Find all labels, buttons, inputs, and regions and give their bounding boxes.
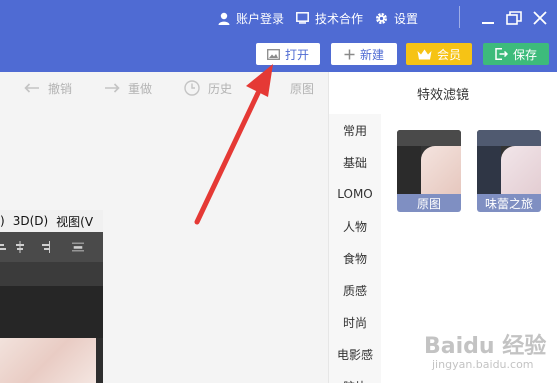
distribute-icon — [72, 242, 84, 252]
minimize-button[interactable] — [478, 9, 498, 27]
history-label: 历史 — [208, 81, 233, 96]
close-button[interactable] — [530, 9, 550, 27]
edit-toolbar: 撤销 重做 历史 原图 — [0, 72, 328, 104]
thumb-image — [397, 130, 461, 194]
align-right-icon — [42, 241, 50, 253]
minimize-icon — [482, 22, 494, 24]
thumb-image — [477, 130, 541, 194]
thumb-dark — [477, 146, 501, 194]
ps-workspace — [0, 286, 103, 338]
vip-label: 会员 — [436, 47, 461, 62]
category-item[interactable]: 人物 — [329, 210, 381, 242]
filter-thumb-original[interactable]: 原图 — [397, 130, 461, 212]
category-item[interactable]: 胶片 — [329, 370, 381, 383]
filter-categories: 常用 基础 LOMO 人物 食物 质感 时尚 电影感 胶片 — [329, 114, 381, 383]
restore-button[interactable] — [504, 9, 524, 27]
redo-label: 重做 — [128, 81, 153, 96]
baidu-watermark-url: jingyan.baidu.com — [432, 358, 534, 371]
category-item[interactable]: 质感 — [329, 274, 381, 306]
ps-menu-item: 视图(V — [56, 214, 94, 229]
tech-coop-label: 技术合作 — [315, 11, 364, 26]
login-link[interactable]: 账户登录 — [218, 10, 284, 27]
plus-icon — [344, 49, 355, 59]
close-icon — [533, 11, 547, 25]
save-label: 保存 — [512, 47, 537, 62]
vip-button[interactable]: 会员 — [406, 43, 472, 65]
header-links: 账户登录 技术合作 设置 — [218, 8, 430, 28]
restore-icon — [506, 11, 522, 25]
category-item[interactable]: 时尚 — [329, 306, 381, 338]
ps-menu-item: ) — [0, 214, 5, 228]
login-label: 账户登录 — [236, 11, 285, 26]
tech-coop-link[interactable]: 技术合作 — [296, 10, 363, 27]
category-item[interactable]: 常用 — [329, 114, 381, 146]
header-divider — [459, 6, 460, 28]
align-icon — [0, 244, 6, 250]
arrow-left-icon — [24, 83, 39, 93]
ps-toolbar — [0, 232, 103, 262]
history-button[interactable]: 历史 — [184, 72, 232, 104]
settings-label: 设置 — [394, 11, 419, 26]
open-label: 打开 — [284, 47, 309, 62]
new-button[interactable]: 新建 — [331, 43, 397, 65]
top-header: 账户登录 技术合作 设置 打开 新建 会员 保存 — [0, 0, 557, 72]
clock-icon — [184, 80, 200, 96]
monitor-icon — [296, 12, 309, 24]
undo-label: 撤销 — [48, 81, 73, 96]
export-icon — [495, 48, 508, 60]
baidu-watermark: Baidu 经验 — [424, 334, 547, 359]
ps-tabbar — [0, 262, 103, 286]
thumb-face — [501, 146, 541, 194]
category-item[interactable]: LOMO — [329, 178, 381, 210]
align-center-icon — [16, 241, 24, 253]
original-label: 原图 — [290, 81, 315, 96]
redo-button[interactable]: 重做 — [104, 72, 152, 104]
original-button[interactable]: 原图 — [290, 72, 314, 104]
crown-icon — [417, 49, 432, 59]
panel-title: 特效滤镜 — [416, 87, 469, 103]
gear-icon — [376, 12, 388, 24]
undo-button[interactable]: 撤销 — [24, 72, 72, 104]
thumb-face — [421, 146, 461, 194]
ps-menubar: ) 3D(D) 视图(V — [0, 210, 103, 232]
image-icon — [267, 48, 280, 60]
category-item[interactable]: 食物 — [329, 242, 381, 274]
settings-link[interactable]: 设置 — [375, 10, 418, 27]
save-button[interactable]: 保存 — [483, 43, 549, 65]
ps-menu-item: 3D(D) — [12, 214, 49, 228]
photoshop-screenshot: ) 3D(D) 视图(V — [0, 210, 103, 383]
open-button[interactable]: 打开 — [256, 43, 320, 65]
user-icon — [218, 12, 230, 25]
arrow-right-icon — [105, 83, 120, 93]
thumb-caption: 原图 — [397, 194, 461, 212]
ps-photo — [0, 338, 96, 383]
category-item[interactable]: 基础 — [329, 146, 381, 178]
thumb-strip — [477, 130, 541, 146]
thumb-dark — [397, 146, 421, 194]
new-label: 新建 — [359, 47, 384, 62]
thumb-strip — [397, 130, 461, 146]
category-item[interactable]: 电影感 — [329, 338, 381, 370]
filter-thumb-taste-journey[interactable]: 味蕾之旅 — [477, 130, 541, 212]
thumb-caption: 味蕾之旅 — [477, 194, 541, 212]
